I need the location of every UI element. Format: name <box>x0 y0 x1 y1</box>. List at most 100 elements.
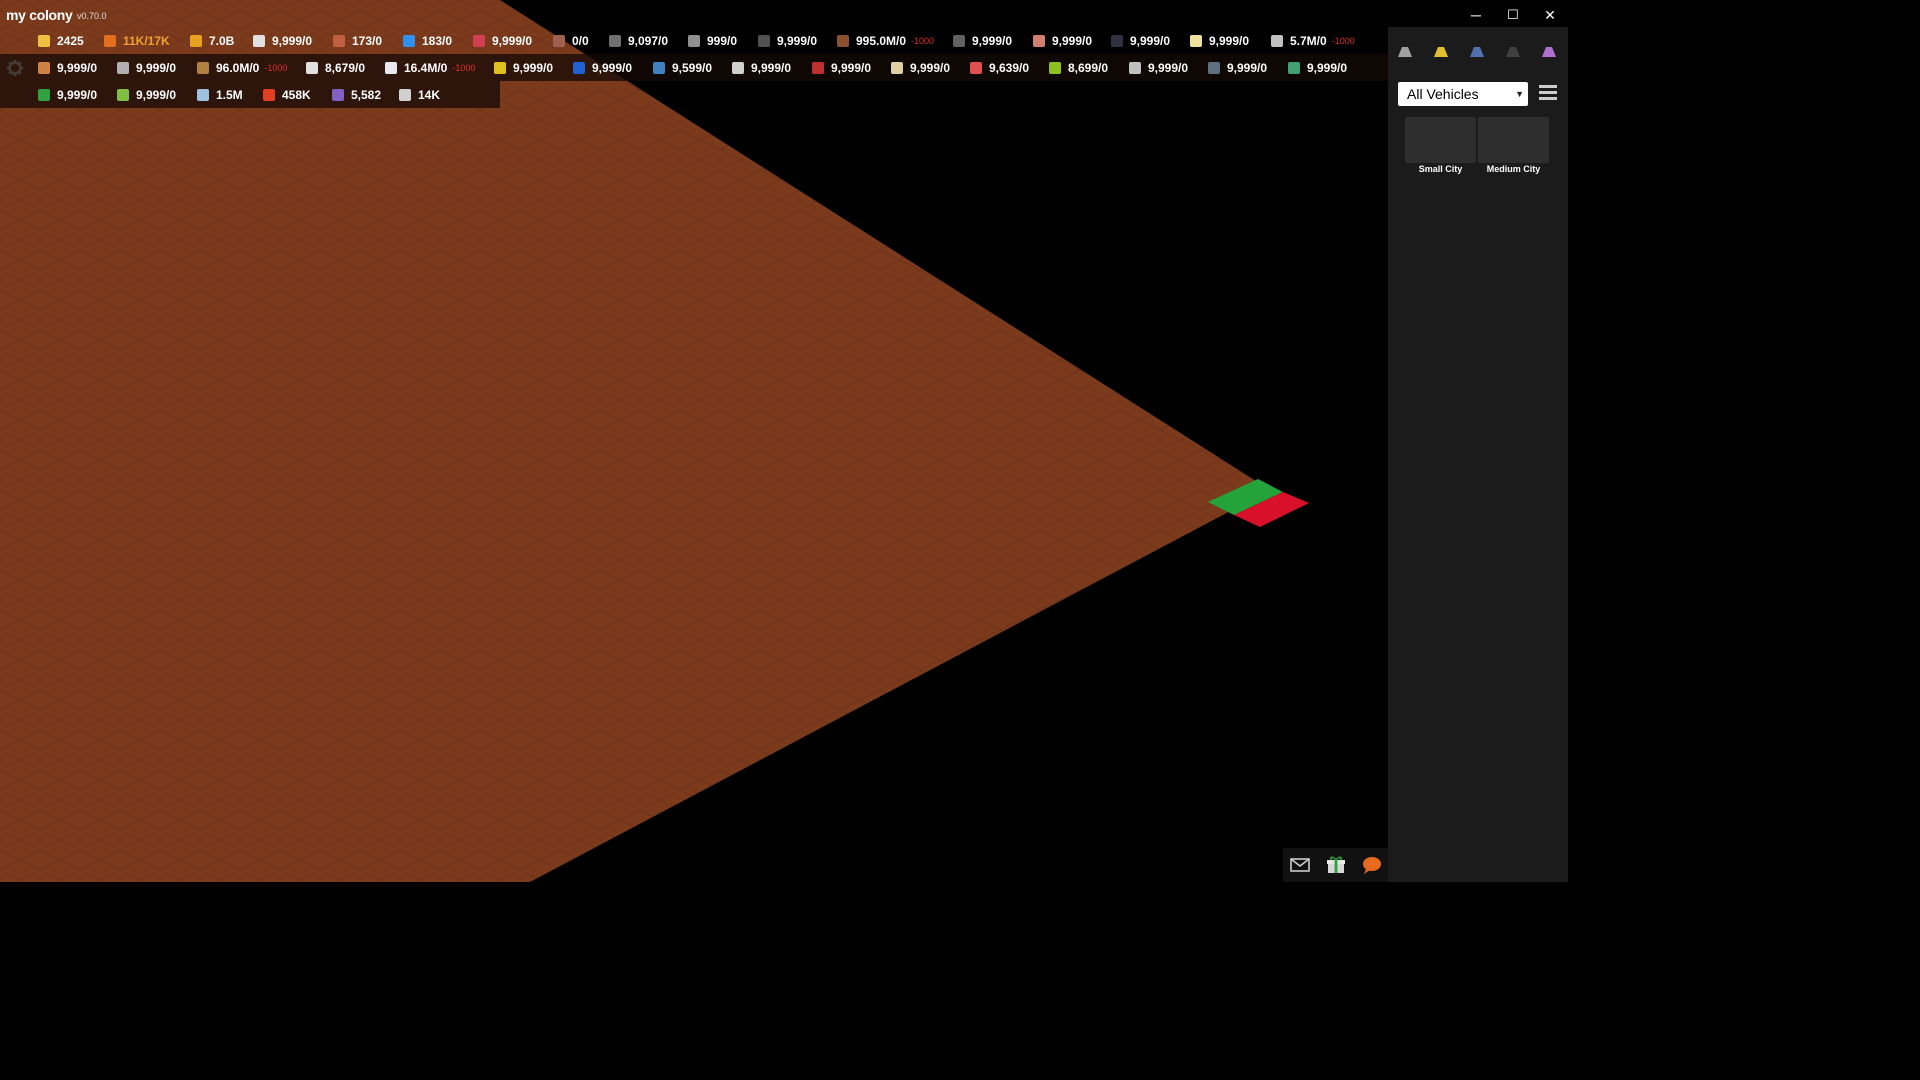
resource-boot[interactable]: 9,599/0 <box>653 54 712 81</box>
feather-icon <box>573 61 585 74</box>
vehicle-medium-city[interactable]: Medium City <box>1478 117 1549 175</box>
maximize-button[interactable]: ☐ <box>1498 4 1528 26</box>
resource-value: 9,999/0 <box>751 60 792 75</box>
paper-icon <box>891 61 903 74</box>
resource-radiation[interactable]: 9,999/0 <box>494 54 553 81</box>
rainbow-icon <box>970 61 982 74</box>
resource-copper[interactable]: 9,999/0 <box>1033 27 1092 54</box>
bottom-toolbar <box>1283 848 1388 882</box>
water-drop-icon <box>403 34 415 47</box>
vehicle-small-city[interactable]: Small City <box>1405 117 1476 175</box>
popcorn-icon <box>1190 34 1202 47</box>
resource-value: 1.5M <box>216 87 243 102</box>
resource-value: 183/0 <box>422 33 453 48</box>
game-map[interactable] <box>0 0 1388 882</box>
drumstick-icon <box>333 34 345 47</box>
resource-value: 9,999/0 <box>1148 60 1189 75</box>
coin-icon <box>190 34 202 47</box>
resource-gear-ore[interactable]: 9,097/0 <box>609 27 668 54</box>
resource-cloth[interactable]: 9,999/0 <box>732 54 791 81</box>
astronaut-icon[interactable] <box>1394 41 1416 63</box>
resource-lightbulb[interactable]: 2425 <box>38 27 84 54</box>
resource-power-bolt[interactable]: 11K/17K <box>104 27 170 54</box>
resource-value: 9,999/0 <box>136 60 177 75</box>
app-version: v0.70.0 <box>77 11 107 21</box>
gift-icon[interactable] <box>1325 855 1347 875</box>
gear-ore-icon <box>609 34 621 47</box>
resource-popcorn[interactable]: 9,999/0 <box>1190 27 1249 54</box>
resource-rainbow[interactable]: 9,639/0 <box>970 54 1029 81</box>
resource-feather[interactable]: 9,999/0 <box>573 54 632 81</box>
resource-potion[interactable]: 5,582 <box>332 81 381 108</box>
resource-value: 9,999/0 <box>972 33 1013 48</box>
resource-oil-flask[interactable]: 0/0 <box>553 27 589 54</box>
resource-delta: -1000 <box>911 35 935 46</box>
diamond-icon <box>385 61 397 74</box>
resource-steel[interactable]: 8,679/0 <box>306 54 365 81</box>
resource-value: 9,999/0 <box>272 33 313 48</box>
resource-value: 14K <box>418 87 441 102</box>
vehicle-thumbnail <box>1405 117 1476 163</box>
bulldozer-icon[interactable] <box>1430 41 1452 63</box>
resource-money[interactable]: 9,999/0 <box>38 81 97 108</box>
resource-value: 9,999/0 <box>592 60 633 75</box>
resource-paper[interactable]: 9,999/0 <box>891 54 950 81</box>
resource-value: 9,097/0 <box>628 33 669 48</box>
resource-science[interactable]: 9,999/0 <box>473 27 532 54</box>
vehicle-filter-value: All Vehicles <box>1407 86 1479 102</box>
resource-value: 8,699/0 <box>1068 60 1109 75</box>
ground-plane[interactable] <box>0 0 1270 882</box>
resource-value: 5,582 <box>351 87 382 102</box>
vehicle-icon[interactable] <box>1466 41 1488 63</box>
resource-row-3: 9,999/0 9,999/0 1.5M 458K 5,582 14K <box>0 81 500 108</box>
tent-icon <box>253 34 265 47</box>
potion-icon[interactable] <box>1538 41 1560 63</box>
resource-row-2: 9,999/0 9,999/0 96.0M/0 -1000 8,679/0 16.4M/0… <box>0 54 1388 81</box>
leaf-icon <box>117 88 129 101</box>
resource-value: 7.0B <box>209 33 235 48</box>
oil-flask-icon <box>553 34 565 47</box>
list-view-icon[interactable] <box>1539 84 1557 102</box>
resource-microchip[interactable]: 9,999/0 <box>117 54 176 81</box>
resource-bank[interactable]: 14K <box>399 81 440 108</box>
resource-tent[interactable]: 9,999/0 <box>253 27 312 54</box>
minimize-button[interactable]: ─ <box>1461 4 1491 26</box>
resource-value: 11K/17K <box>123 33 170 48</box>
resource-brick[interactable]: 9,999/0 <box>812 54 871 81</box>
resource-value: 999/0 <box>707 33 738 48</box>
resource-cloud[interactable]: 1.5M <box>197 81 243 108</box>
resource-stone[interactable]: 9,999/0 <box>953 27 1012 54</box>
resource-value: 9,999/0 <box>910 60 951 75</box>
chat-icon[interactable] <box>1361 855 1383 875</box>
vehicle-filter-select[interactable]: All Vehicles ▼ <box>1398 82 1528 106</box>
resource-fire[interactable]: 458K <box>263 81 311 108</box>
copper-icon <box>1033 34 1045 47</box>
resource-row-1: 2425 11K/17K 7.0B 9,999/0 173/0 183/0 9,999/0 0… <box>0 27 1388 54</box>
hovercraft-icon[interactable] <box>1502 41 1524 63</box>
resource-wood[interactable]: 9,999/0 <box>38 54 97 81</box>
resource-value: 96.0M/0 <box>216 60 260 75</box>
resource-rock[interactable]: 9,999/0 <box>758 27 817 54</box>
resource-chisel[interactable]: 999/0 <box>688 27 737 54</box>
resource-diamond[interactable]: 16.4M/0 -1000 <box>385 54 475 81</box>
resource-egg[interactable]: 9,999/0 <box>1208 54 1267 81</box>
resource-value: 9,999/0 <box>57 60 98 75</box>
resource-bacteria[interactable]: 8,699/0 <box>1049 54 1108 81</box>
resource-water-drop[interactable]: 183/0 <box>403 27 452 54</box>
resource-ore[interactable]: 995.0M/0 -1000 <box>837 27 934 54</box>
ore-icon <box>837 34 849 47</box>
resource-value: 8,679/0 <box>325 60 366 75</box>
stone-icon <box>953 34 965 47</box>
power-bolt-icon <box>104 34 116 47</box>
resource-coin[interactable]: 7.0B <box>190 27 234 54</box>
resource-drumstick[interactable]: 173/0 <box>333 27 382 54</box>
resource-coal[interactable]: 9,999/0 <box>1111 27 1170 54</box>
close-button[interactable]: ✕ <box>1535 4 1565 26</box>
vehicle-label: Medium City <box>1486 164 1541 174</box>
resource-pipe[interactable]: 5.7M/0 -1000 <box>1271 27 1355 54</box>
resource-painting[interactable]: 9,999/0 <box>1288 54 1347 81</box>
mail-icon[interactable] <box>1289 855 1311 875</box>
resource-sponge[interactable]: 96.0M/0 -1000 <box>197 54 287 81</box>
resource-bus[interactable]: 9,999/0 <box>1129 54 1188 81</box>
resource-leaf[interactable]: 9,999/0 <box>117 81 176 108</box>
